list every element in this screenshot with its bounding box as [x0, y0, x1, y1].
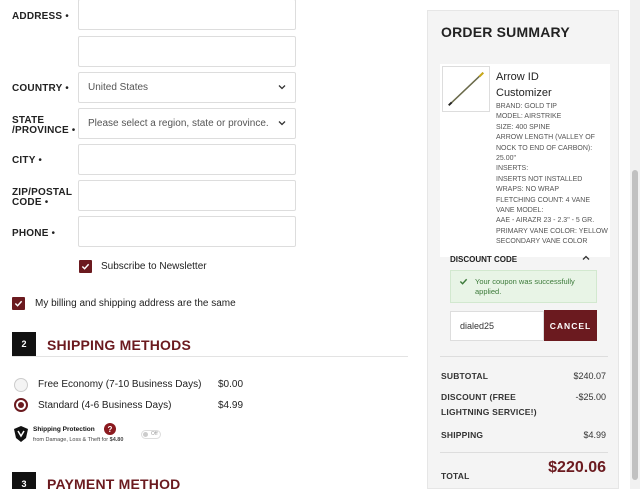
shipping-methods-title: SHIPPING METHODS — [47, 337, 191, 353]
item-option: SECONDARY VANE COLOR — [496, 238, 588, 246]
checkout-page: ADDRESS • COUNTRY • United States STATE /… — [0, 0, 640, 489]
discount-row-label: DISCOUNT (FREE LIGHTNING SERVICE!) — [441, 392, 537, 417]
phone-input[interactable] — [78, 216, 296, 247]
section-number-payment: 3 — [12, 472, 36, 489]
address-line1-input[interactable] — [78, 0, 296, 30]
shipping-option-economy-label: Free Economy (7-10 Business Days) — [38, 379, 202, 390]
state-label: STATE/PROVINCE • — [12, 115, 76, 136]
scrollbar-thumb[interactable] — [632, 170, 638, 480]
city-label: CITY • — [12, 155, 43, 166]
help-icon[interactable]: ? — [104, 423, 116, 435]
item-option: SIZE: 400 SPINE — [496, 123, 551, 131]
divider — [12, 356, 408, 357]
state-placeholder: Please select a region, state or provinc… — [88, 118, 269, 129]
page-scrollbar[interactable] — [630, 0, 640, 489]
shipping-option-economy-price: $0.00 — [218, 379, 244, 390]
phone-label: PHONE • — [12, 228, 56, 239]
item-option: ARROW LENGTH (VALLEY OF NOCK TO END OF C… — [496, 134, 595, 163]
payment-method-title: PAYMENT METHOD — [47, 476, 181, 489]
subtotal-label: SUBTOTAL — [441, 371, 489, 381]
address-label: ADDRESS • — [12, 11, 69, 22]
item-option: AAE - AIRAZR 23 - 2.3" - 5 GR. — [496, 217, 595, 225]
same-address-label: My billing and shipping address are the … — [35, 298, 236, 309]
shipping-option-standard-price: $4.99 — [218, 400, 244, 411]
toggle-label: Off — [151, 431, 158, 437]
newsletter-label: Subscribe to Newsletter — [101, 261, 207, 272]
zip-input[interactable] — [78, 180, 296, 211]
chevron-up-icon[interactable] — [581, 253, 591, 263]
shipping-option-standard-label: Standard (4-6 Business Days) — [38, 400, 172, 411]
shipping-label: SHIPPING — [441, 430, 484, 440]
divider — [440, 356, 608, 357]
coupon-code-input[interactable]: dialed25 — [450, 311, 544, 341]
shipping-protection-subtitle: from Damage, Loss & Theft for $4.80 — [33, 437, 124, 443]
cart-item: Arrow ID Customizer BRAND: GOLD TIP MODE… — [440, 64, 610, 257]
same-address-checkbox[interactable] — [12, 297, 25, 310]
state-select[interactable]: Please select a region, state or provinc… — [78, 108, 296, 139]
success-text: Your coupon was successfully applied. — [475, 277, 575, 296]
discount-value: -$25.00 — [575, 392, 606, 402]
total-label: TOTAL — [441, 471, 470, 481]
section-number-shipping: 2 — [12, 332, 36, 356]
zip-label: ZIP/POSTAL CODE • — [12, 187, 73, 208]
item-option: FLETCHING COUNT: 4 VANE — [496, 196, 590, 204]
item-option: PRIMARY VANE COLOR: YELLOW — [496, 227, 608, 235]
arrow-image — [448, 71, 484, 106]
shield-logo-icon — [14, 426, 28, 442]
toggle-knob — [143, 432, 148, 437]
subtotal-value: $240.07 — [573, 371, 606, 381]
total-value: $220.06 — [548, 459, 606, 476]
checkmark-icon — [14, 300, 23, 307]
cancel-coupon-button[interactable]: CANCEL — [544, 310, 597, 341]
city-input[interactable] — [78, 144, 296, 175]
chevron-down-icon — [278, 85, 286, 90]
item-option: INSERTS NOT INSTALLED — [496, 175, 583, 183]
item-option: INSERTS: — [496, 165, 529, 173]
item-option: WRAPS: NO WRAP — [496, 186, 560, 194]
item-options: BRAND: GOLD TIP MODEL: AIRSTRIKE SIZE: 4… — [496, 102, 608, 248]
item-option: VANE MODEL: — [496, 207, 544, 215]
order-summary-title: ORDER SUMMARY — [441, 24, 570, 40]
country-select[interactable]: United States — [78, 72, 296, 103]
discount-code-label: DISCOUNT CODE — [450, 255, 518, 264]
coupon-success-message: Your coupon was successfully applied. — [450, 270, 597, 303]
address-line2-input[interactable] — [78, 36, 296, 67]
check-icon — [459, 278, 468, 285]
shipping-protection-price: $4.80 — [109, 437, 124, 443]
arrow-thumbnail — [442, 66, 490, 112]
item-name: Arrow ID Customizer — [496, 71, 552, 99]
order-summary-panel: ORDER SUMMARY Arrow ID Customizer BRAND:… — [427, 10, 619, 489]
shipping-protection-toggle[interactable]: Off — [141, 430, 161, 439]
checkmark-icon — [81, 263, 90, 270]
divider — [440, 452, 608, 453]
newsletter-checkbox[interactable] — [79, 260, 92, 273]
shipping-protection-title: Shipping Protection — [33, 426, 95, 433]
shipping-value: $4.99 — [583, 430, 606, 440]
item-option: BRAND: GOLD TIP — [496, 103, 557, 110]
chevron-down-icon — [278, 121, 286, 126]
shipping-option-standard-radio[interactable] — [14, 398, 28, 412]
country-value: United States — [88, 82, 149, 93]
shipping-option-economy-radio[interactable] — [14, 378, 28, 392]
country-label: COUNTRY • — [12, 83, 69, 94]
item-option: MODEL: AIRSTRIKE — [496, 113, 562, 121]
